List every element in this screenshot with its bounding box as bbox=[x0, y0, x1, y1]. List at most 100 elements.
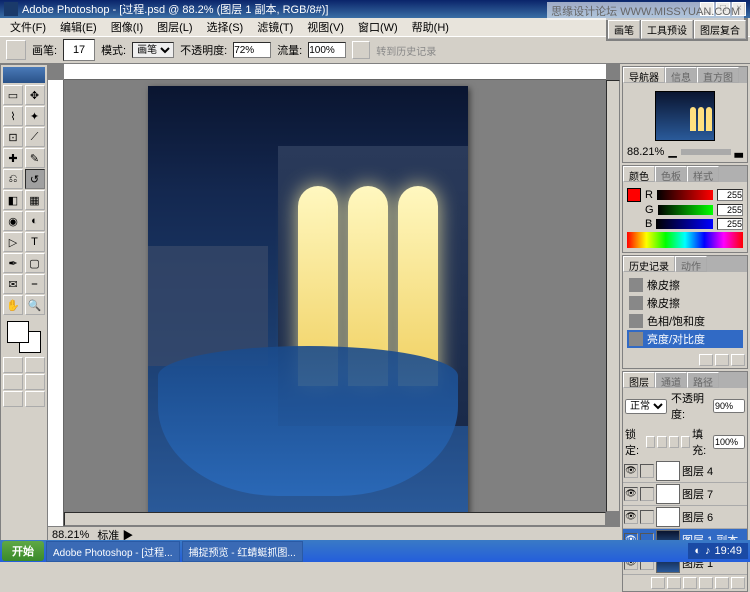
system-tray[interactable]: ◐ ♪ 19:49 bbox=[688, 543, 748, 559]
b-slider[interactable] bbox=[656, 219, 713, 229]
layer-name[interactable]: 图层 6 bbox=[682, 509, 713, 525]
menu-view[interactable]: 视图(V) bbox=[301, 18, 350, 36]
tab-info[interactable]: 信息 bbox=[665, 67, 697, 83]
zoom-value[interactable]: 88.21% bbox=[52, 529, 89, 541]
imageready-icon[interactable] bbox=[25, 391, 45, 407]
toolbox-header[interactable] bbox=[3, 67, 45, 83]
scrollbar-horizontal[interactable] bbox=[64, 512, 606, 526]
heal-tool[interactable]: ✚ bbox=[3, 148, 23, 168]
layer-name[interactable]: 图层 4 bbox=[682, 463, 713, 479]
zoom-tool[interactable]: 🔍 bbox=[25, 295, 45, 315]
notes-tool[interactable]: ✉ bbox=[3, 274, 23, 294]
tray-icon[interactable]: ♪ bbox=[705, 545, 711, 557]
dodge-tool[interactable]: ◐ bbox=[25, 211, 45, 231]
taskbar-item[interactable]: 捕捉预览 - 红蜻蜓抓图... bbox=[182, 541, 303, 562]
zoom-slider[interactable] bbox=[681, 149, 731, 155]
pen-tool[interactable]: ✒ bbox=[3, 253, 23, 273]
tab-layers[interactable]: 图层 bbox=[623, 372, 655, 388]
nav-zoom-value[interactable]: 88.21% bbox=[627, 146, 664, 158]
link-icon[interactable] bbox=[640, 510, 654, 524]
g-slider[interactable] bbox=[658, 205, 713, 215]
link-icon[interactable] bbox=[640, 487, 654, 501]
shape-tool[interactable]: ▢ bbox=[25, 253, 45, 273]
crop-tool[interactable]: ⊡ bbox=[3, 127, 23, 147]
lock-all-icon[interactable] bbox=[681, 436, 691, 448]
visibility-icon[interactable]: 👁 bbox=[624, 510, 638, 524]
ruler-vertical[interactable] bbox=[48, 80, 64, 526]
history-item[interactable]: 橡皮擦 bbox=[627, 294, 743, 312]
ruler-horizontal[interactable] bbox=[64, 64, 606, 80]
standard-mode-icon[interactable] bbox=[3, 357, 23, 373]
type-tool[interactable]: T bbox=[25, 232, 45, 252]
stamp-tool[interactable]: ⎌ bbox=[3, 169, 23, 189]
tab-navigator[interactable]: 导航器 bbox=[623, 67, 665, 83]
marquee-tool[interactable]: ▭ bbox=[3, 85, 23, 105]
tab-history[interactable]: 历史记录 bbox=[623, 256, 675, 272]
fill-input[interactable] bbox=[713, 435, 745, 449]
visibility-icon[interactable]: 👁 bbox=[624, 464, 638, 478]
adjustment-layer-icon[interactable] bbox=[699, 577, 713, 589]
layer-thumbnail[interactable] bbox=[656, 507, 680, 527]
start-button[interactable]: 开始 bbox=[2, 541, 44, 561]
r-input[interactable] bbox=[717, 189, 743, 201]
gradient-tool[interactable]: ▦ bbox=[25, 190, 45, 210]
zoom-out-icon[interactable]: ▁ bbox=[668, 145, 676, 158]
path-tool[interactable]: ▷ bbox=[3, 232, 23, 252]
layer-row[interactable]: 👁图层 7 bbox=[623, 483, 747, 506]
eyedropper-tool[interactable]: ⎯ bbox=[25, 274, 45, 294]
new-set-icon[interactable] bbox=[683, 577, 697, 589]
tab-channels[interactable]: 通道 bbox=[655, 372, 687, 388]
hand-tool[interactable]: ✋ bbox=[3, 295, 23, 315]
blend-mode-select[interactable]: 正常 bbox=[625, 399, 667, 414]
history-link[interactable]: 转到历史记录 bbox=[376, 43, 436, 58]
layer-row[interactable]: 👁 图层 6 bbox=[623, 506, 747, 529]
layer-row[interactable]: 👁 图层 4 bbox=[623, 460, 747, 483]
screen-mode-1-icon[interactable] bbox=[3, 374, 23, 390]
lasso-tool[interactable]: ⌇ bbox=[3, 106, 23, 126]
tab-styles[interactable]: 样式 bbox=[687, 166, 719, 182]
well-tab-comps[interactable]: 图层复合 bbox=[694, 20, 746, 39]
layer-opacity-input[interactable] bbox=[713, 399, 745, 413]
layer-thumbnail[interactable] bbox=[656, 484, 680, 504]
g-input[interactable] bbox=[717, 204, 743, 216]
history-brush-tool-icon[interactable] bbox=[6, 40, 26, 60]
menu-select[interactable]: 选择(S) bbox=[201, 18, 250, 36]
b-input[interactable] bbox=[717, 218, 743, 230]
new-document-icon[interactable] bbox=[715, 354, 729, 366]
menu-layer[interactable]: 图层(L) bbox=[151, 18, 198, 36]
menu-window[interactable]: 窗口(W) bbox=[352, 18, 404, 36]
history-item[interactable]: 色相/饱和度 bbox=[627, 312, 743, 330]
brush-tool[interactable]: ✎ bbox=[25, 148, 45, 168]
history-brush-tool[interactable]: ↺ bbox=[25, 169, 45, 189]
layer-thumbnail[interactable] bbox=[656, 461, 680, 481]
well-tab-presets[interactable]: 工具预设 bbox=[641, 20, 693, 39]
screen-mode-2-icon[interactable] bbox=[25, 374, 45, 390]
flow-input[interactable] bbox=[308, 42, 346, 58]
quickmask-mode-icon[interactable] bbox=[25, 357, 45, 373]
delete-layer-icon[interactable] bbox=[731, 577, 745, 589]
layer-style-icon[interactable] bbox=[651, 577, 665, 589]
menu-filter[interactable]: 滤镜(T) bbox=[251, 18, 299, 36]
tab-paths[interactable]: 路径 bbox=[687, 372, 719, 388]
screen-mode-3-icon[interactable] bbox=[3, 391, 23, 407]
blur-tool[interactable]: ◉ bbox=[3, 211, 23, 231]
link-icon[interactable] bbox=[640, 464, 654, 478]
menu-image[interactable]: 图像(I) bbox=[105, 18, 149, 36]
spectrum-ramp[interactable] bbox=[627, 232, 743, 248]
tab-histogram[interactable]: 直方图 bbox=[697, 67, 739, 83]
color-swatch-icon[interactable] bbox=[627, 188, 641, 202]
eraser-tool[interactable]: ◧ bbox=[3, 190, 23, 210]
tray-icon[interactable]: ◐ bbox=[694, 545, 701, 557]
tab-swatches[interactable]: 色板 bbox=[655, 166, 687, 182]
menu-help[interactable]: 帮助(H) bbox=[406, 18, 455, 36]
slice-tool[interactable]: ⟋ bbox=[25, 127, 45, 147]
opacity-input[interactable] bbox=[233, 42, 271, 58]
tab-color[interactable]: 颜色 bbox=[623, 166, 655, 182]
trash-icon[interactable] bbox=[731, 354, 745, 366]
wand-tool[interactable]: ✦ bbox=[25, 106, 45, 126]
new-layer-icon[interactable] bbox=[715, 577, 729, 589]
tab-actions[interactable]: 动作 bbox=[675, 256, 707, 272]
r-slider[interactable] bbox=[657, 190, 713, 200]
visibility-icon[interactable]: 👁 bbox=[624, 487, 638, 501]
zoom-in-icon[interactable]: ▃ bbox=[735, 145, 743, 158]
